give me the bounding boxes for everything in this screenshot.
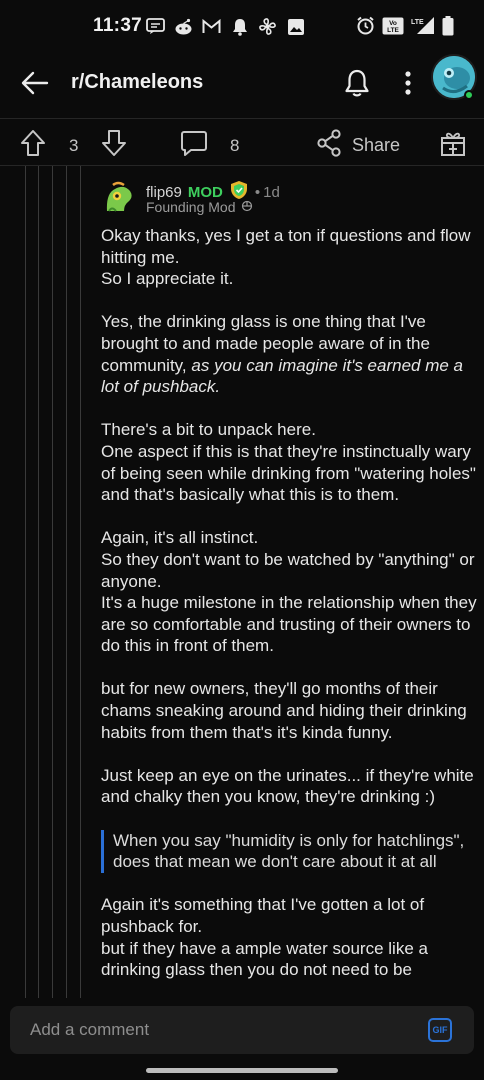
screen: 11:37 Vo LTE LTE r/Chameleons 3 8 Share …: [0, 0, 484, 1080]
gif-button[interactable]: GIF: [428, 1018, 452, 1042]
comment-line: It's a huge milestone in the relationshi…: [101, 593, 477, 656]
comment-author[interactable]: flip69: [146, 184, 182, 201]
comment-bubble-icon[interactable]: [180, 129, 208, 162]
comment: flip69 MOD • 1d Founding Mod Okay thanks…: [101, 172, 479, 998]
comment-paragraph: Just keep an eye on the urinates... if t…: [101, 765, 479, 808]
home-indicator[interactable]: [146, 1068, 338, 1073]
notification-icons: [146, 17, 305, 36]
system-icons: Vo LTE LTE: [356, 15, 454, 35]
alert-bell-icon: [230, 17, 249, 36]
comment-time: 1d: [263, 183, 280, 201]
gift-icon: [440, 129, 466, 162]
thread-indent-line[interactable]: [66, 166, 67, 998]
comment-line: There's a bit to unpack here.: [101, 420, 316, 440]
image-icon: [286, 17, 305, 36]
more-options-icon[interactable]: [398, 69, 418, 97]
comment-paragraph: Again it's something that I've gotten a …: [101, 894, 479, 980]
share-label: Share: [352, 135, 401, 155]
award-button[interactable]: [440, 129, 466, 162]
share-icon: [316, 129, 342, 162]
user-flair: Founding Mod: [146, 199, 253, 215]
upvote-icon[interactable]: [20, 129, 46, 162]
comment-line: but if they have a ample water source li…: [101, 938, 428, 980]
mod-badge: MOD: [187, 183, 223, 201]
comment-paragraph: Yes, the drinking glass is one thing tha…: [101, 311, 479, 397]
post-action-bar: 3 8 Share: [0, 118, 484, 166]
comment-line: Again it's something that I've gotten a …: [101, 895, 425, 936]
page-title[interactable]: r/Chameleons: [71, 71, 203, 94]
comment-line: Okay thanks, yes I get a ton if question…: [101, 226, 471, 267]
comment-separator: •: [254, 183, 261, 201]
comment-paragraph: but for new owners, they'll go months of…: [101, 678, 479, 743]
back-arrow-icon[interactable]: [20, 68, 50, 98]
comment-line: So they don't want to be watched by "any…: [101, 549, 475, 591]
share-button[interactable]: Share: [316, 129, 400, 162]
comment-paragraph: There's a bit to unpack here. One aspect…: [101, 419, 479, 505]
svg-text:Vo: Vo: [389, 20, 397, 27]
notification-bell-icon[interactable]: [343, 68, 371, 98]
reddit-icon: [174, 17, 193, 36]
vote-group: 3: [20, 129, 127, 162]
comment-line: So I appreciate it.: [101, 269, 234, 289]
comment-count: 8: [230, 135, 240, 155]
thread-indent-line[interactable]: [25, 166, 26, 998]
svg-text:LTE: LTE: [411, 19, 424, 26]
flair-text: Founding Mod: [146, 199, 236, 215]
comment-line: Again, it's all instinct.: [101, 528, 259, 548]
comment-body: Okay thanks, yes I get a ton if question…: [101, 225, 479, 998]
subreddit-header: r/Chameleons: [0, 54, 484, 114]
volte-icon: Vo LTE: [382, 16, 404, 35]
status-time: 11:37: [93, 15, 143, 36]
thread-indent-line[interactable]: [38, 166, 39, 998]
gmail-icon: [202, 17, 221, 36]
commenter-avatar[interactable]: [102, 181, 136, 215]
quote-text: When you say "humidity is only for hatch…: [113, 830, 465, 872]
downvote-icon[interactable]: [101, 129, 127, 162]
svg-text:LTE: LTE: [387, 27, 399, 34]
comment-line: but for new owners, they'll go months of…: [101, 679, 467, 742]
comments-group[interactable]: 8: [180, 129, 239, 162]
comment-paragraph: Okay thanks, yes I get a ton if question…: [101, 225, 479, 290]
thread-indent-line[interactable]: [52, 166, 53, 998]
comment-line: Just keep an eye on the urinates... if t…: [101, 765, 474, 807]
message-icon: [146, 17, 165, 36]
battery-icon: [442, 15, 454, 35]
add-comment-input[interactable]: [10, 1006, 420, 1054]
status-bar: 11:37 Vo LTE LTE: [0, 0, 484, 54]
comment-composer: GIF: [10, 1006, 474, 1054]
thread-indent-line[interactable]: [80, 166, 81, 998]
flair-emoji-icon: [241, 199, 253, 215]
online-status-dot: [464, 90, 474, 100]
signal-icon: LTE: [411, 16, 435, 35]
comment-line: One aspect if this is that they're insti…: [101, 441, 476, 505]
pinwheel-icon: [258, 17, 277, 36]
block-quote: When you say "humidity is only for hatch…: [101, 829, 479, 873]
vote-count: 3: [69, 135, 79, 155]
comment-paragraph: Again, it's all instinct. So they don't …: [101, 527, 479, 657]
alarm-icon: [356, 16, 375, 35]
